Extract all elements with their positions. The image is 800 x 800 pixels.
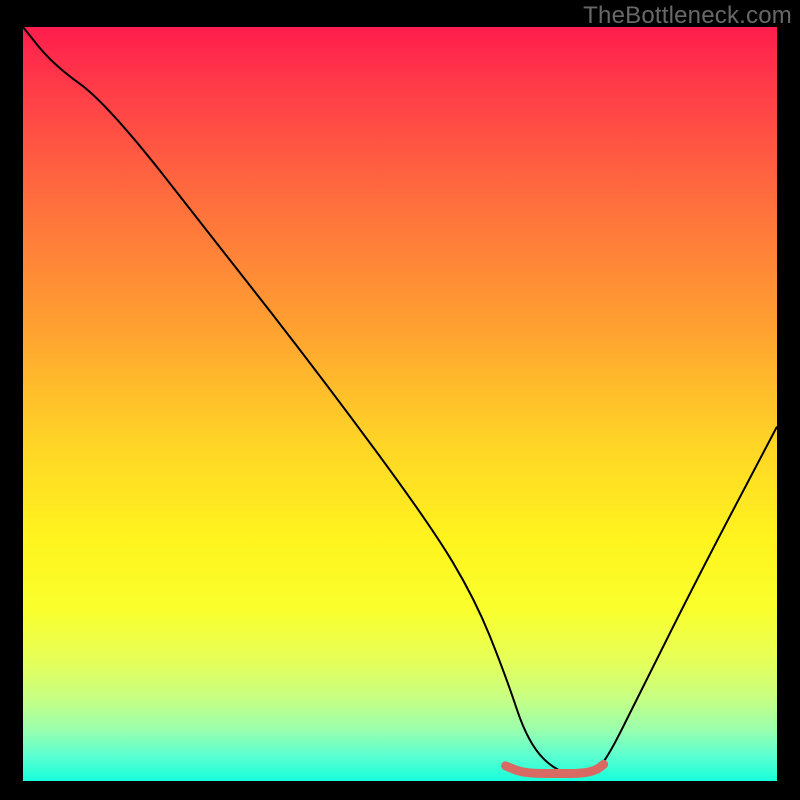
plot-area: [23, 27, 777, 781]
chart-container: TheBottleneck.com: [0, 0, 800, 800]
bottleneck-curve-path: [23, 27, 777, 774]
optimal-zone-path: [506, 764, 604, 773]
curves-layer: [23, 27, 777, 781]
watermark-label: TheBottleneck.com: [583, 2, 792, 30]
